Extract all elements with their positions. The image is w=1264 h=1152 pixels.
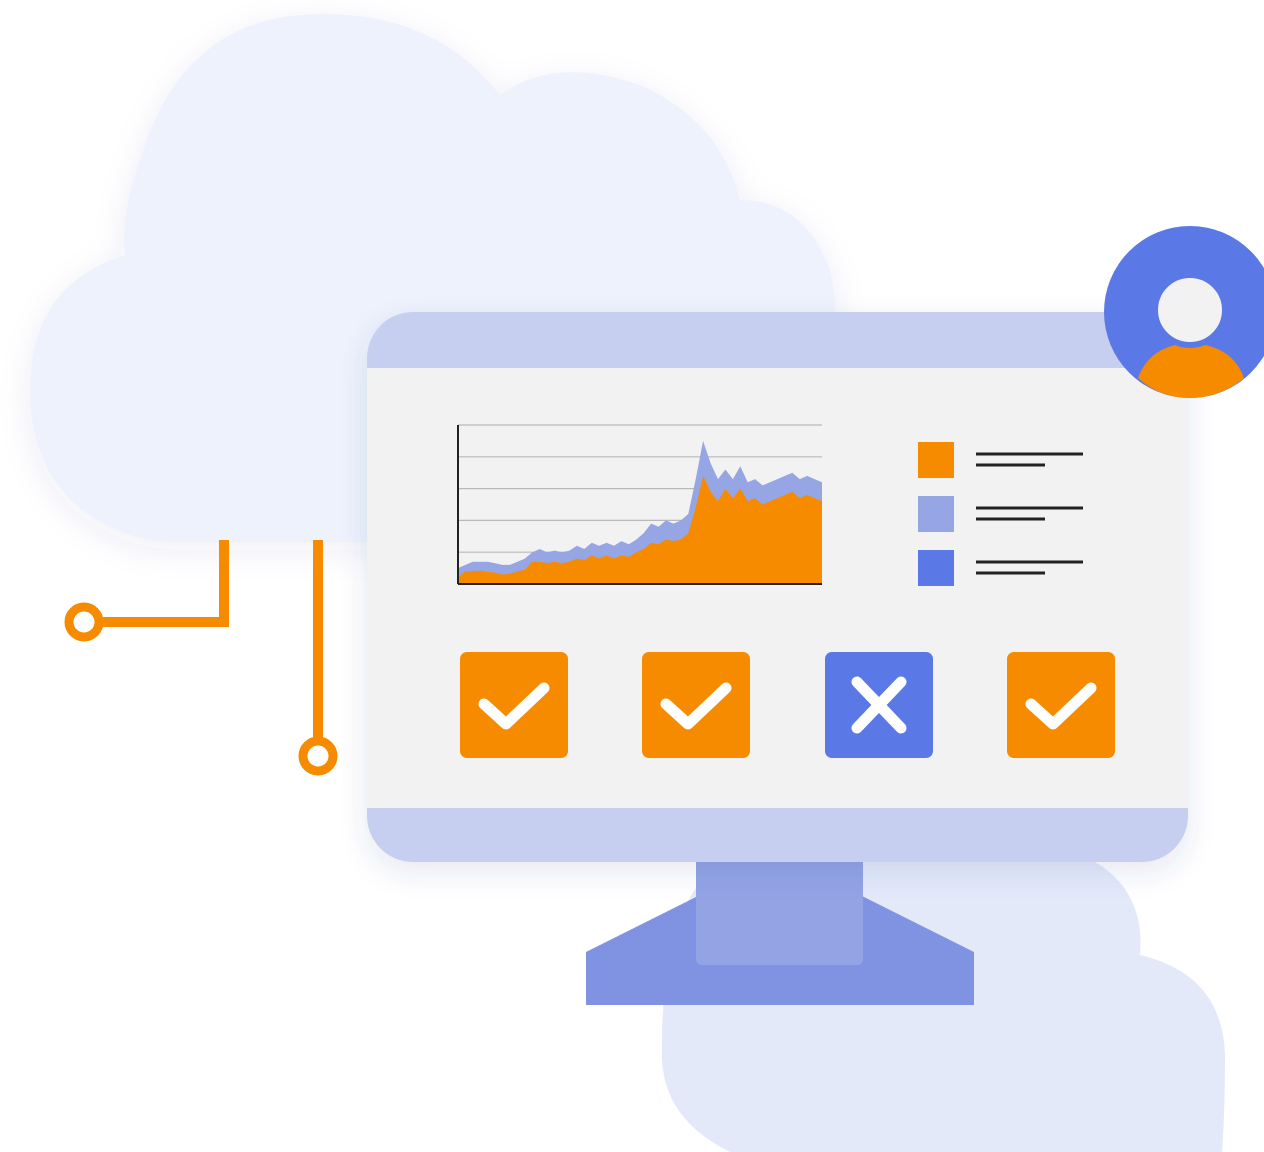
legend-swatch bbox=[918, 442, 954, 478]
circuit-node-icon bbox=[298, 736, 338, 776]
legend-swatch bbox=[918, 550, 954, 586]
circuit-node-icon bbox=[64, 602, 104, 642]
status-tile-cross[interactable] bbox=[825, 652, 933, 758]
illustration bbox=[30, 14, 1264, 1152]
circuit-lines bbox=[64, 540, 338, 776]
status-tile-check[interactable] bbox=[460, 652, 568, 758]
status-tile-check[interactable] bbox=[1007, 652, 1115, 758]
legend-swatch bbox=[918, 496, 954, 532]
status-tile-check[interactable] bbox=[642, 652, 750, 758]
